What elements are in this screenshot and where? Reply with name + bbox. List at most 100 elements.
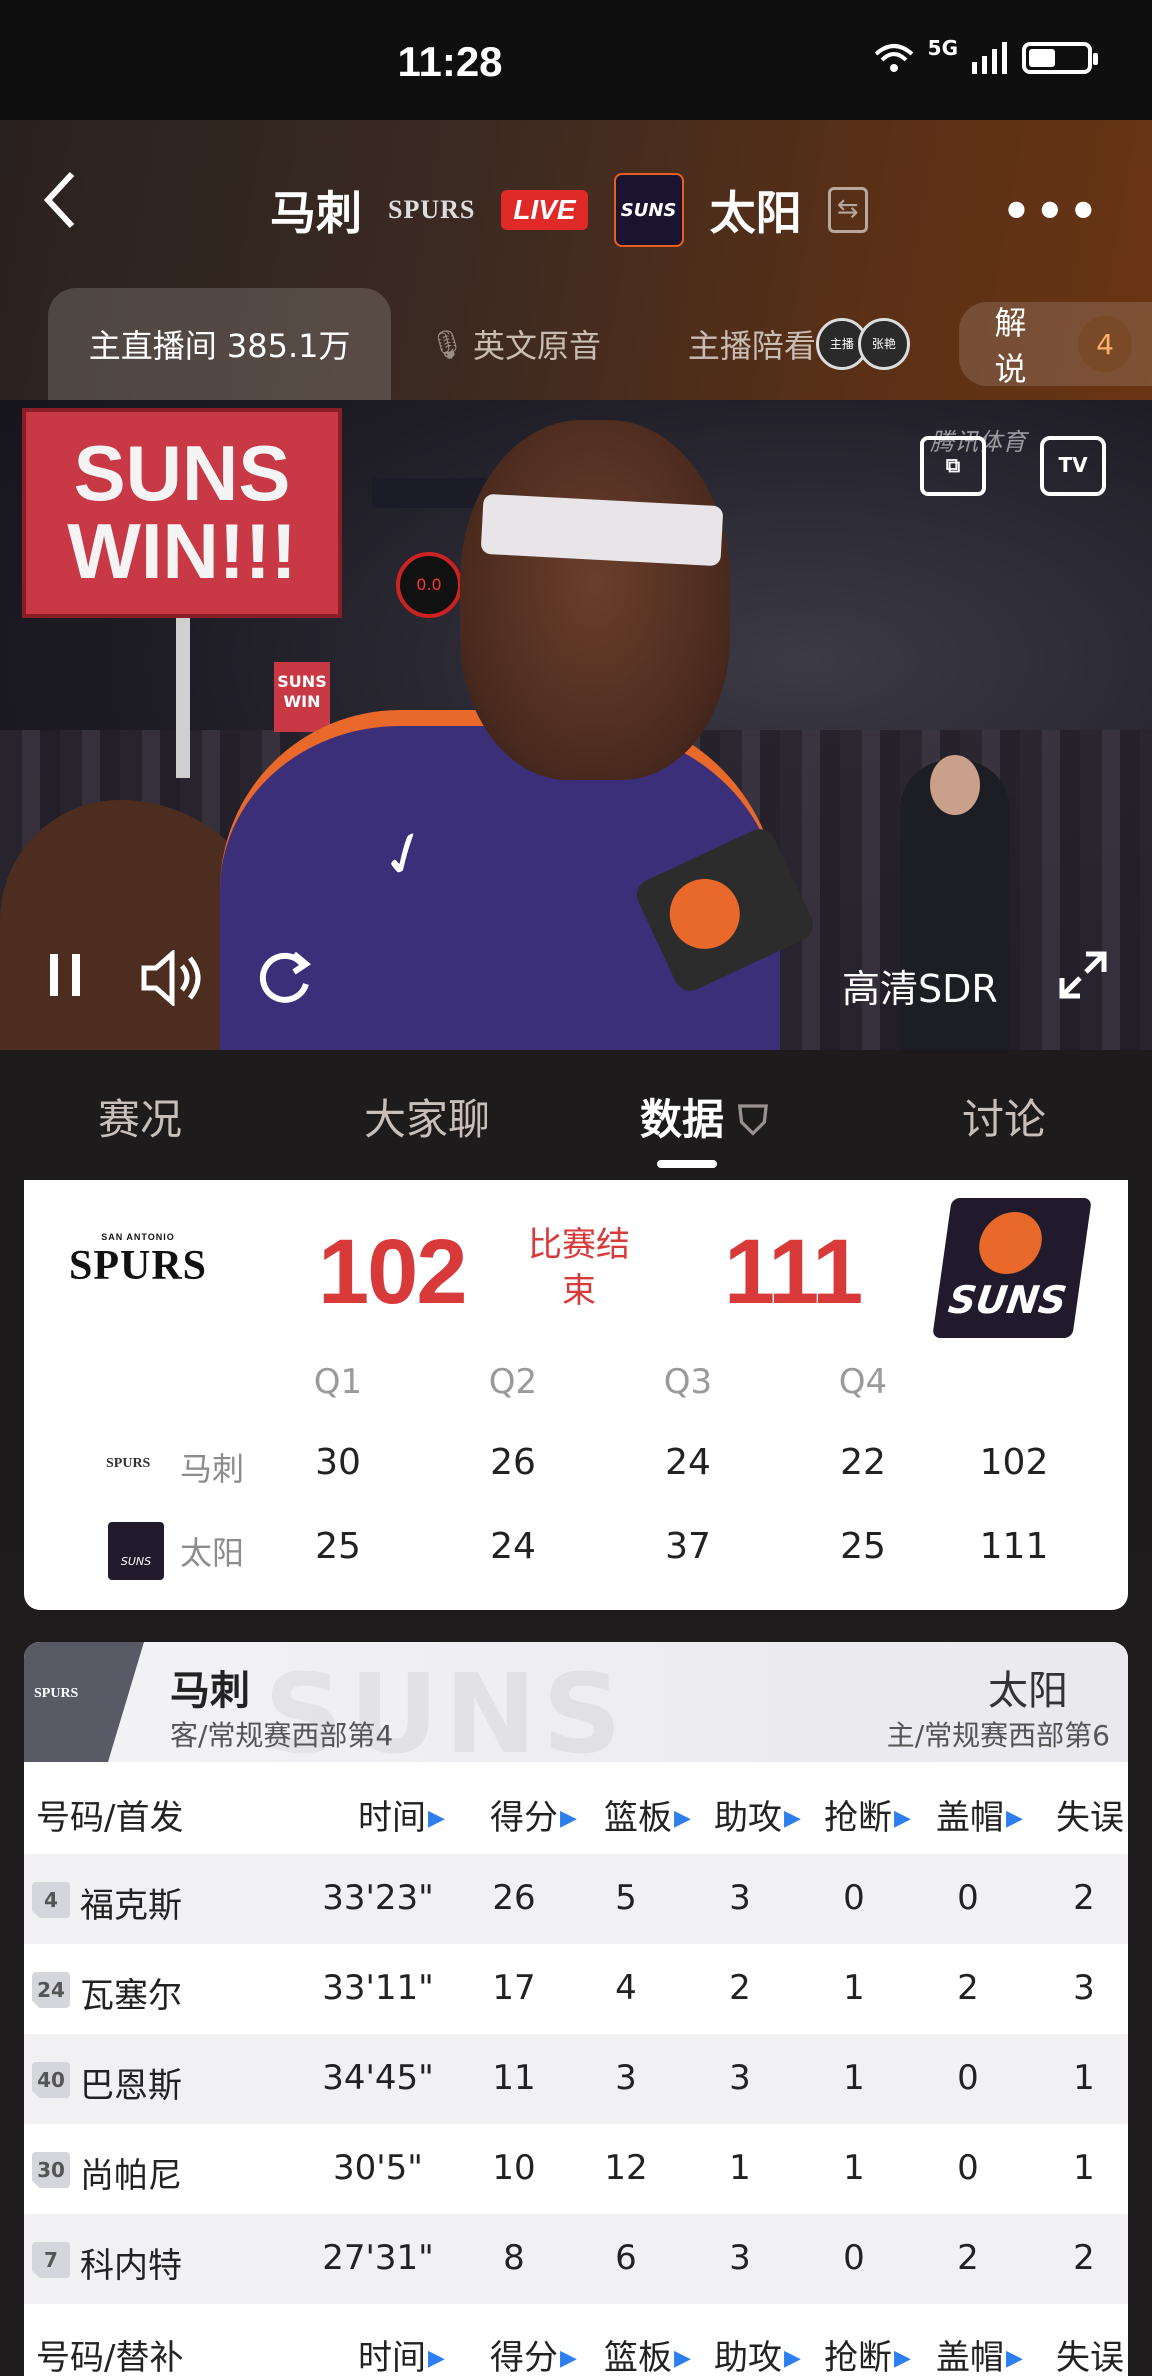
- stats-column-header[interactable]: 助攻▶: [714, 1790, 801, 1839]
- sort-arrow-icon: ▶: [894, 2346, 911, 2371]
- back-button[interactable]: [40, 170, 90, 240]
- stats-column-player: 号码/替补: [36, 2330, 183, 2376]
- channel-tab-commentary[interactable]: 解说 4: [958, 302, 1152, 388]
- stat-cell-reb: 4: [615, 1968, 637, 2008]
- content-tabs: 赛况 大家聊 数据 ⛉ 讨论: [0, 1050, 1152, 1180]
- stat-cell-pts: 10: [492, 2148, 536, 2188]
- quarter-score: 24: [665, 1442, 711, 1483]
- tab-chat[interactable]: 大家聊: [364, 1086, 490, 1147]
- sort-arrow-icon: ▶: [428, 2346, 445, 2371]
- stats-column-header[interactable]: 失误: [1056, 2330, 1124, 2376]
- stats-column-header[interactable]: 篮板▶: [604, 1790, 691, 1839]
- stats-column-label: 失误: [1056, 2338, 1124, 2376]
- table-row[interactable]: 40 巴恩斯 34'45" 11 3 3 1 0 1: [24, 2034, 1128, 2124]
- sort-arrow-icon: ▶: [674, 1806, 691, 1831]
- stat-cell-reb: 5: [615, 1878, 637, 1918]
- channel-tab-main-label: 主直播间 385.1万: [88, 327, 351, 365]
- channel-tab-host[interactable]: 主播陪看 主播 张艳: [639, 288, 958, 400]
- cast-tv-icon[interactable]: TV: [1040, 436, 1106, 496]
- sort-arrow-icon: ▶: [1006, 1806, 1023, 1831]
- stat-cell-stl: 0: [843, 2238, 865, 2278]
- spurs-logo: SPURS: [24, 1642, 144, 1762]
- refresh-button[interactable]: [254, 950, 314, 1019]
- tab-data[interactable]: 数据 ⛉: [640, 1086, 768, 1147]
- home-team-name: 太阳: [709, 186, 802, 240]
- channel-tab-commentary-label: 解说: [994, 304, 1027, 388]
- page: 11:28 5G 马刺 SPURS LIVE SUNS 太阳 ⇆ ••• 主直播…: [0, 0, 1152, 2376]
- player-name[interactable]: 瓦塞尔: [80, 1968, 182, 2017]
- stats-column-header[interactable]: 篮板▶: [604, 2330, 691, 2376]
- stat-cell-to: 3: [1073, 1968, 1095, 2008]
- total-score: 102: [979, 1442, 1049, 1483]
- stats-column-header[interactable]: 抢断▶: [824, 2330, 911, 2376]
- stats-column-label: 时间: [358, 1798, 426, 1838]
- stat-cell-to: 2: [1073, 2238, 1095, 2278]
- sort-arrow-icon: ▶: [784, 1806, 801, 1831]
- stats-column-header[interactable]: 时间▶: [358, 2330, 445, 2376]
- stats-home-team-name[interactable]: 太阳: [988, 1658, 1068, 1716]
- spurs-logo: SPURS: [106, 1456, 151, 1471]
- stat-cell-pts: 17: [492, 1968, 536, 2008]
- table-row[interactable]: 7 科内特 27'31" 8 6 3 0 2 2: [24, 2214, 1128, 2304]
- stat-cell-stl: 1: [843, 2148, 865, 2188]
- basketball-icon: [975, 1212, 1046, 1274]
- swap-icon[interactable]: ⇆: [827, 187, 868, 233]
- stats-column-label: 得分: [490, 2338, 558, 2376]
- player-name[interactable]: 福克斯: [80, 1878, 182, 1927]
- tab-game-status[interactable]: 赛况: [98, 1086, 182, 1147]
- stat-cell-pts: 26: [492, 1878, 536, 1918]
- stats-column-header[interactable]: 盖帽▶: [936, 1790, 1023, 1839]
- more-button[interactable]: •••: [1002, 184, 1102, 238]
- stats-column-header[interactable]: 失误: [1056, 1790, 1124, 1839]
- channel-tab-english[interactable]: 🎙 英文原音: [391, 288, 639, 400]
- stat-cell-reb: 12: [604, 2148, 648, 2188]
- stats-column-header[interactable]: 得分▶: [490, 2330, 577, 2376]
- tab-discussion[interactable]: 讨论: [962, 1086, 1046, 1147]
- pip-icon[interactable]: ⧉: [920, 436, 986, 496]
- stats-team-switcher[interactable]: SUNS SPURS 马刺 客/常规赛西部第4 太阳 主/常规赛西部第6: [24, 1642, 1128, 1778]
- suns-logo: SUNS: [108, 1522, 164, 1580]
- video-player[interactable]: SUNS WIN!!! SUNS WIN 0.0 ✓ 腾讯体育 ⧉ TV 高清S…: [0, 400, 1152, 1050]
- video-small-sign: SUNS WIN: [274, 662, 330, 732]
- stat-cell-stl: 1: [843, 2058, 865, 2098]
- stat-cell-time: 34'45": [322, 2058, 434, 2098]
- stat-cell-ast: 3: [729, 2238, 751, 2278]
- suns-logo: SUNS: [932, 1198, 1092, 1338]
- table-row[interactable]: 24 瓦塞尔 33'11" 17 4 2 1 2 3: [24, 1944, 1128, 2034]
- volume-button[interactable]: [140, 948, 206, 1019]
- status-bar: 11:28 5G: [0, 0, 1152, 120]
- signal-icon: [972, 42, 1007, 74]
- stats-column-header[interactable]: 盖帽▶: [936, 2330, 1023, 2376]
- pause-button[interactable]: [46, 950, 86, 1013]
- stats-column-header[interactable]: 抢断▶: [824, 1790, 911, 1839]
- stat-cell-reb: 3: [615, 2058, 637, 2098]
- jersey-number-badge: 7: [32, 2242, 70, 2278]
- host-avatars: 主播 张艳: [815, 318, 910, 370]
- sort-arrow-icon: ▶: [674, 2346, 691, 2371]
- network-type-label: 5G: [927, 36, 958, 60]
- stats-away-team-name[interactable]: 马刺: [170, 1658, 250, 1716]
- stat-cell-reb: 6: [615, 2238, 637, 2278]
- player-name[interactable]: 尚帕尼: [80, 2148, 182, 2197]
- jersey-number-badge: 24: [32, 1972, 70, 2008]
- stats-column-label: 失误: [1056, 1798, 1124, 1838]
- stats-column-label: 抢断: [824, 1798, 892, 1838]
- table-row[interactable]: 4 福克斯 33'23" 26 5 3 0 0 2: [24, 1854, 1128, 1944]
- status-time: 11:28: [397, 38, 503, 85]
- stats-column-header[interactable]: 得分▶: [490, 1790, 577, 1839]
- player-name[interactable]: 巴恩斯: [80, 2058, 182, 2107]
- player-stats-card: SUNS SPURS 马刺 客/常规赛西部第4 太阳 主/常规赛西部第6 号码/…: [24, 1642, 1128, 2376]
- stats-column-header[interactable]: 助攻▶: [714, 2330, 801, 2376]
- quarter-score: 37: [665, 1526, 711, 1567]
- shield-icon: ⛉: [738, 1098, 769, 1144]
- quarter-score: 22: [840, 1442, 886, 1483]
- table-row[interactable]: 30 尚帕尼 30'5" 10 12 1 1 0 1: [24, 2124, 1128, 2214]
- quarter-header: Q4: [838, 1362, 888, 1402]
- fullscreen-button[interactable]: [1058, 950, 1108, 1013]
- quality-selector[interactable]: 高清SDR: [842, 958, 998, 1013]
- stats-column-header[interactable]: 时间▶: [358, 1790, 445, 1839]
- stat-cell-stl: 0: [843, 1878, 865, 1918]
- channel-tab-main[interactable]: 主直播间 385.1万: [48, 288, 392, 400]
- player-name[interactable]: 科内特: [80, 2238, 182, 2287]
- stat-cell-time: 33'23": [322, 1878, 434, 1918]
